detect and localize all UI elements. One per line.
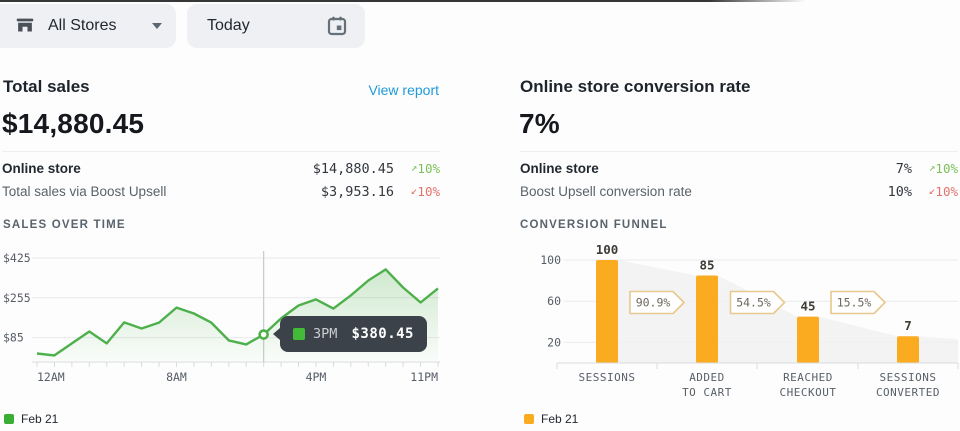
metric-delta: ↗10% bbox=[394, 161, 440, 176]
metric-row-online-store: Online store $14,880.45 ↗10% bbox=[2, 157, 440, 180]
svg-text:TO CART: TO CART bbox=[682, 386, 732, 399]
legend-label: Feb 21 bbox=[541, 412, 578, 426]
svg-text:20: 20 bbox=[547, 335, 561, 349]
svg-text:CONVERTED: CONVERTED bbox=[876, 386, 940, 399]
date-range-button[interactable]: Today bbox=[187, 4, 365, 48]
svg-text:$425: $425 bbox=[3, 251, 31, 265]
total-sales-breakdown: Online store $14,880.45 ↗10% Total sales… bbox=[2, 151, 440, 203]
svg-text:85: 85 bbox=[699, 257, 714, 272]
svg-text:$255: $255 bbox=[3, 291, 31, 305]
svg-text:54.5%: 54.5% bbox=[736, 296, 771, 310]
metric-label: Boost Upsell conversion rate bbox=[520, 184, 692, 199]
svg-text:CHECKOUT: CHECKOUT bbox=[780, 386, 837, 399]
legend-label: Feb 21 bbox=[21, 412, 58, 426]
metric-delta: ↗10% bbox=[912, 161, 958, 176]
svg-text:SESSIONS: SESSIONS bbox=[579, 371, 636, 384]
metric-row-online-store-rate: Online store 7% ↗10% bbox=[520, 157, 958, 180]
analytics-dashboard: { "topbar": { "store_selector": { "label… bbox=[0, 0, 960, 431]
conversion-breakdown: Online store 7% ↗10% Boost Upsell conver… bbox=[520, 151, 958, 203]
metric-label: Online store bbox=[2, 161, 81, 176]
tooltip-time: 3PM bbox=[313, 326, 337, 342]
sales-chart-legend: Feb 21 bbox=[4, 412, 58, 426]
metric-row-boost-upsell: Total sales via Boost Upsell $3,953.16 ↙… bbox=[2, 180, 440, 203]
legend-swatch-green bbox=[4, 414, 14, 424]
series-color-swatch bbox=[293, 328, 305, 340]
svg-text:15.5%: 15.5% bbox=[837, 296, 872, 310]
date-range-label: Today bbox=[207, 17, 250, 35]
store-icon bbox=[14, 15, 36, 37]
conversion-funnel-chart[interactable]: 100 60 20 100 85 45 7 90.9% 54.5% 15.5% SESSIONS AD… bbox=[520, 240, 960, 405]
svg-text:100: 100 bbox=[596, 242, 619, 257]
svg-text:REACHED: REACHED bbox=[783, 371, 833, 384]
chart-tooltip: 3PM $380.45 bbox=[280, 316, 427, 352]
svg-text:11PM: 11PM bbox=[410, 370, 438, 384]
sales-over-time-heading: SALES OVER TIME bbox=[3, 219, 126, 231]
svg-text:8AM: 8AM bbox=[166, 370, 187, 384]
metric-value: $14,880.45 bbox=[313, 161, 394, 177]
metric-label: Online store bbox=[520, 161, 599, 176]
legend-swatch-orange bbox=[524, 414, 534, 424]
svg-text:90.9%: 90.9% bbox=[636, 296, 671, 310]
conversion-funnel-heading: CONVERSION FUNNEL bbox=[520, 219, 668, 231]
svg-text:7: 7 bbox=[904, 318, 912, 333]
svg-text:$85: $85 bbox=[3, 331, 24, 345]
store-selector-label: All Stores bbox=[48, 17, 116, 35]
metric-value: 7% bbox=[896, 161, 912, 177]
svg-text:SESSIONS: SESSIONS bbox=[880, 371, 937, 384]
metric-value: $3,953.16 bbox=[321, 184, 394, 200]
metric-delta: ↙10% bbox=[912, 184, 958, 199]
calendar-icon bbox=[325, 14, 349, 38]
svg-text:60: 60 bbox=[547, 294, 561, 308]
total-sales-title: Total sales bbox=[3, 77, 90, 97]
svg-text:ADDED: ADDED bbox=[689, 371, 725, 384]
chevron-down-icon bbox=[152, 23, 162, 29]
svg-text:100: 100 bbox=[540, 253, 561, 267]
store-selector-button[interactable]: All Stores bbox=[0, 4, 176, 48]
video-letterbox-strip bbox=[0, 0, 806, 2]
metric-row-boost-upsell-rate: Boost Upsell conversion rate 10% ↙10% bbox=[520, 180, 958, 203]
conversion-rate-title: Online store conversion rate bbox=[520, 77, 751, 97]
tooltip-value: $380.45 bbox=[351, 326, 414, 342]
metric-label: Total sales via Boost Upsell bbox=[2, 184, 166, 199]
svg-text:45: 45 bbox=[800, 299, 815, 314]
total-sales-value: $14,880.45 bbox=[2, 108, 144, 140]
metric-value: 10% bbox=[888, 184, 912, 200]
svg-text:12AM: 12AM bbox=[37, 370, 65, 384]
svg-text:4PM: 4PM bbox=[306, 370, 327, 384]
funnel-chart-legend: Feb 21 bbox=[524, 412, 578, 426]
view-report-link[interactable]: View report bbox=[368, 82, 439, 98]
metric-delta: ↙10% bbox=[394, 184, 440, 199]
conversion-rate-value: 7% bbox=[519, 108, 560, 140]
